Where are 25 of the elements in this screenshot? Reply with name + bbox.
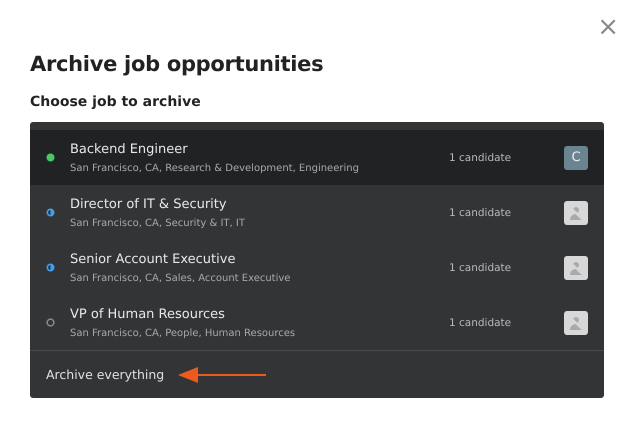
- candidate-count: 1 candidate: [449, 316, 512, 328]
- job-title: Backend Engineer: [70, 142, 189, 156]
- close-button[interactable]: ×: [593, 12, 623, 42]
- job-option[interactable]: Senior Account Executive San Francisco, CA, Sales, Account Executive 1 candidate: [30, 240, 604, 295]
- job-details: San Francisco, CA, Sales, Account Executive: [70, 272, 292, 284]
- job-option[interactable]: Backend Engineer San Francisco, CA, Research & Development, Engineering 1 candidate C: [30, 130, 604, 185]
- job-details: San Francisco, CA, People, Human Resources: [70, 328, 296, 338]
- job-option[interactable]: Director of IT & Security San Francisco, CA, Security & IT, IT 1 candidate: [30, 185, 604, 240]
- job-details: San Francisco, CA, Security & IT, IT: [70, 218, 246, 228]
- candidate-count: 1 candidate: [449, 206, 512, 218]
- avatar-placeholder-icon: [564, 256, 588, 280]
- dialog-title: Archive job opportunities: [30, 52, 324, 76]
- job-details: San Francisco, CA, Research & Development, Engineering: [70, 162, 360, 174]
- job-option[interactable]: VP of Human Resources San Francisco, CA, People, Human Resources 1 candidate: [30, 295, 604, 350]
- job-title: Senior Account Executive: [70, 252, 236, 266]
- section-label: Choose job to archive: [30, 94, 202, 110]
- archive-everything-button[interactable]: Archive everything: [46, 367, 164, 382]
- avatar: C: [564, 146, 588, 170]
- candidate-count: 1 candidate: [449, 152, 512, 164]
- avatar-placeholder-icon: [564, 200, 588, 224]
- job-title: VP of Human Resources: [70, 306, 226, 322]
- arrow-icon: [178, 366, 266, 384]
- candidate-count: 1 candidate: [449, 262, 512, 274]
- job-title: Director of IT & Security: [70, 196, 228, 212]
- avatar-placeholder-icon: [564, 310, 588, 334]
